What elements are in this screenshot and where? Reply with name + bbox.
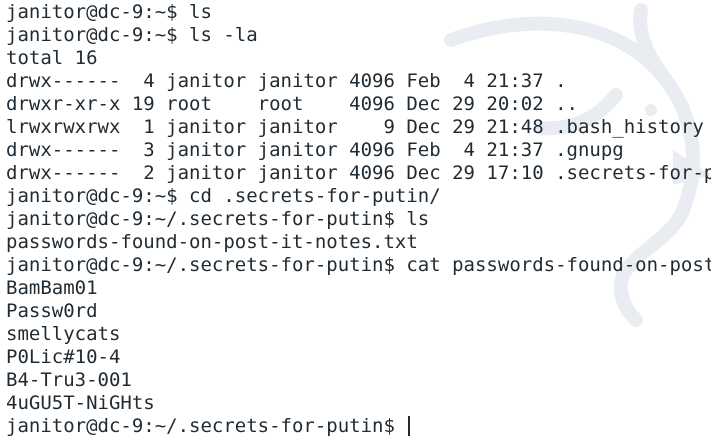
terminal-output: janitor@dc-9:~$ ls janitor@dc-9:~$ ls -l… [6, 1, 711, 438]
terminal-prompt-line[interactable]: janitor@dc-9:~/.secrets-for-putin$ [6, 415, 711, 438]
terminal-line: janitor@dc-9:~$ ls [6, 1, 212, 23]
terminal-line: janitor@dc-9:~/.secrets-for-putin$ ls [6, 208, 430, 230]
terminal-line: B4-Tru3-001 [6, 369, 132, 391]
terminal-line: Passw0rd [6, 300, 98, 322]
terminal-line: smellycats [6, 323, 121, 345]
terminal-prompt: janitor@dc-9:~/.secrets-for-putin$ [6, 415, 407, 437]
terminal-line: drwx------ 3 janitor janitor 4096 Feb 4 … [6, 139, 624, 161]
terminal-line: janitor@dc-9:~/.secrets-for-putin$ cat p… [6, 254, 711, 276]
terminal-line: drwx------ 4 janitor janitor 4096 Feb 4 … [6, 70, 567, 92]
terminal-line: BamBam01 [6, 277, 98, 299]
terminal-window[interactable]: janitor@dc-9:~$ ls janitor@dc-9:~$ ls -l… [0, 0, 711, 442]
terminal-line: 4uGU5T-NiGHts [6, 392, 155, 414]
terminal-line: janitor@dc-9:~$ cd .secrets-for-putin/ [6, 185, 441, 207]
terminal-line: janitor@dc-9:~$ ls -la [6, 24, 258, 46]
terminal-line: drwx------ 2 janitor janitor 4096 Dec 29… [6, 162, 711, 184]
terminal-line: passwords-found-on-post-it-notes.txt [6, 231, 418, 253]
text-cursor-icon [408, 416, 411, 436]
terminal-line: P0Lic#10-4 [6, 346, 121, 368]
terminal-line: lrwxrwxrwx 1 janitor janitor 9 Dec 29 21… [6, 116, 711, 138]
terminal-line: drwxr-xr-x 19 root root 4096 Dec 29 20:0… [6, 93, 578, 115]
terminal-line: total 16 [6, 47, 98, 69]
